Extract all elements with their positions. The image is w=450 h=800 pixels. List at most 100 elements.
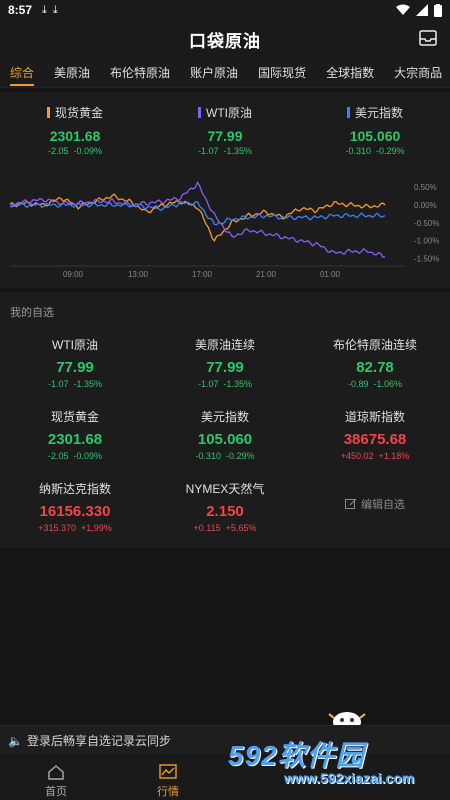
y-tick-label: 0.00% (414, 201, 437, 210)
watchlist-grid: WTI原油 77.99 -1.07 -1.35% 美原油连续 77.99 -1.07 -… (0, 330, 450, 546)
x-tick-label: 09:00 (63, 270, 84, 279)
watch-price: 77.99 (206, 359, 244, 376)
watchlist-title: 我的自选 (10, 307, 54, 319)
y-tick-label: -1.50% (414, 254, 439, 263)
x-tick-label: 01:00 (320, 270, 341, 279)
battery-icon (434, 3, 442, 17)
legend-marker (46, 107, 50, 118)
tab-account-crude[interactable]: 账户原油 (180, 58, 248, 87)
series-line (9, 200, 386, 226)
watch-item[interactable]: 布伦特原油连续 82.78 -0.89 -1.06% (300, 330, 450, 402)
watch-name: 纳斯达克指数 (38, 482, 111, 496)
watch-item[interactable]: 美元指数 105.060 -0.310 -0.29% (150, 402, 300, 474)
y-tick-label: -0.50% (414, 219, 439, 228)
watch-pct: +1.99% (81, 523, 112, 533)
watch-pct: -1.35% (73, 379, 103, 389)
download-icon: ⤓ (52, 3, 58, 16)
tab-overview[interactable]: 综合 (0, 58, 44, 87)
quote-change: -1.07 (197, 146, 219, 156)
y-tick-label: -1.00% (414, 237, 439, 246)
status-time: 8:57 (8, 3, 33, 17)
tab-brent-crude[interactable]: 布伦特原油 (100, 58, 180, 87)
watch-change: +315.370 (38, 523, 76, 533)
download-icon: ⤓ (42, 3, 47, 16)
app-header: 口袋原油 (0, 20, 450, 58)
watch-price: 77.99 (56, 359, 94, 376)
comparison-line-chart[interactable]: 0.50% 0.00% -0.50% -1.00% -1.50% 09:00 13:00 17… (0, 172, 450, 288)
edit-icon (345, 498, 357, 509)
overview-chart-panel: 现货黄金 2301.68 -2.05 -0.09% WTI原油 77.99 -1… (0, 92, 450, 288)
watch-change: -2.05 (47, 451, 69, 461)
tab-commodities[interactable]: 大宗商品 (384, 58, 450, 87)
tab-global-index[interactable]: 全球指数 (316, 58, 384, 87)
nav-home-label: 首页 (45, 786, 67, 798)
quote-pct: -0.09% (73, 146, 103, 156)
x-tick-label: 21:00 (256, 270, 277, 279)
nav-market-label: 行情 (157, 786, 179, 798)
quote-price: 77.99 (207, 128, 243, 144)
message-icon[interactable] (418, 28, 438, 48)
watch-item[interactable]: WTI原油 77.99 -1.07 -1.35% (0, 330, 150, 402)
edit-watchlist-label: 编辑自选 (361, 499, 405, 511)
y-tick-label: 0.50% (414, 183, 437, 192)
watch-pct: -1.06% (373, 379, 403, 389)
watch-name: 美原油连续 (194, 338, 255, 352)
quote-wti[interactable]: WTI原油 77.99 -1.07 -1.35% (150, 92, 300, 170)
quote-change: -0.310 (345, 146, 371, 156)
watch-item[interactable]: NYMEX天然气 2.150 +0.115 +5.65% (150, 474, 300, 546)
quote-price: 2301.68 (49, 128, 101, 144)
watch-price: 16156.330 (39, 503, 111, 520)
watch-item[interactable]: 现货黄金 2301.68 -2.05 -0.09% (0, 402, 150, 474)
x-tick-label: 17:00 (192, 270, 213, 279)
series-line (9, 181, 386, 258)
market-icon (159, 764, 177, 779)
quote-name: 美元指数 (354, 106, 403, 120)
watch-change: -0.89 (347, 379, 369, 389)
quote-gold[interactable]: 现货黄金 2301.68 -2.05 -0.09% (0, 92, 150, 170)
edit-watchlist-button[interactable]: 编辑自选 (300, 474, 450, 534)
watch-change: -1.07 (47, 379, 69, 389)
legend-marker (198, 107, 201, 118)
status-bar: 8:57 ⤓ ⤓ (0, 0, 450, 20)
quote-price: 105.060 (349, 128, 401, 144)
legend-marker (346, 107, 350, 118)
category-tabs: 综合 美原油 布伦特原油 账户原油 国际现货 全球指数 大宗商品 (0, 58, 450, 88)
quote-pct: -1.35% (223, 146, 253, 156)
watermark-logo: 592软件园 (228, 740, 365, 771)
watch-change: -0.310 (195, 451, 221, 461)
watermark-url: www.592xiazai.com (284, 770, 415, 786)
tab-us-crude[interactable]: 美原油 (44, 58, 100, 87)
watch-item[interactable]: 道琼斯指数 38675.68 +450.02 +1.18% (300, 402, 450, 474)
watch-pct: +1.18% (378, 451, 410, 461)
app-logo: 口袋原油 (189, 31, 261, 51)
watch-name: 道琼斯指数 (344, 410, 405, 424)
speaker-icon: 🔈 (8, 733, 23, 748)
home-icon (48, 765, 64, 780)
watch-name: WTI原油 (52, 338, 98, 352)
nav-home[interactable]: 首页 (0, 756, 112, 800)
watch-change: +450.02 (340, 451, 374, 461)
watchlist-panel: 我的自选 WTI原油 77.99 -1.07 -1.35% 美原油连续 77.99 -1… (0, 292, 450, 548)
quote-dollar-index[interactable]: 美元指数 105.060 -0.310 -0.29% (300, 92, 450, 170)
watch-price: 2301.68 (47, 431, 103, 448)
watch-item[interactable]: 纳斯达克指数 16156.330 +315.370 +1.99% (0, 474, 150, 546)
watch-pct: -0.09% (73, 451, 103, 461)
watch-name: 美元指数 (200, 410, 249, 424)
nav-market[interactable]: 行情 (112, 756, 224, 800)
watch-name: 布伦特原油连续 (332, 338, 417, 352)
watch-name: NYMEX天然气 (185, 482, 265, 496)
wifi-icon (396, 4, 410, 15)
quote-name: 现货黄金 (54, 106, 103, 120)
quote-change: -2.05 (47, 146, 69, 156)
watch-pct: -0.29% (226, 451, 255, 461)
watch-change: -1.07 (197, 379, 219, 389)
watch-pct: -1.35% (223, 379, 253, 389)
login-banner-text: 登录后畅享自选记录云同步 (26, 734, 171, 748)
site-watermark: 592软件园 www.592xiazai.com (228, 734, 450, 800)
watch-name: 现货黄金 (50, 410, 99, 424)
tab-intl-spot[interactable]: 国际现货 (248, 58, 316, 87)
watch-item[interactable]: 美原油连续 77.99 -1.07 -1.35% (150, 330, 300, 402)
watch-change: +0.115 (193, 523, 221, 533)
watch-price: 2.150 (206, 503, 244, 520)
watch-price: 82.78 (356, 359, 394, 376)
